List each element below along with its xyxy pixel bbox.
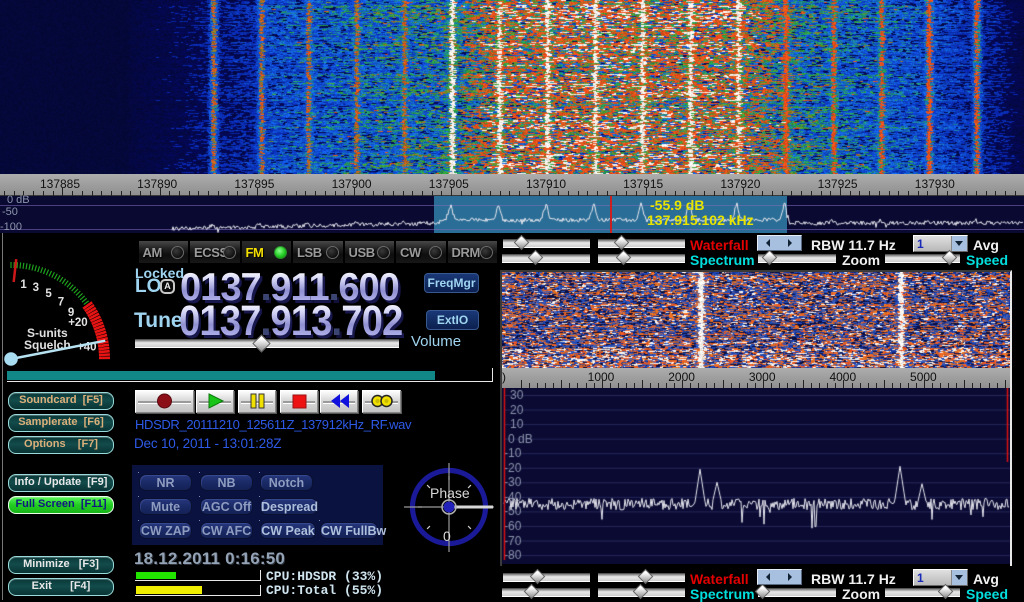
svg-text:1: 1 [20, 279, 27, 291]
svg-text:5: 5 [45, 288, 52, 300]
svg-text:7: 7 [58, 296, 64, 308]
svg-text:+20: +20 [68, 317, 88, 329]
svg-text:3: 3 [33, 282, 39, 294]
